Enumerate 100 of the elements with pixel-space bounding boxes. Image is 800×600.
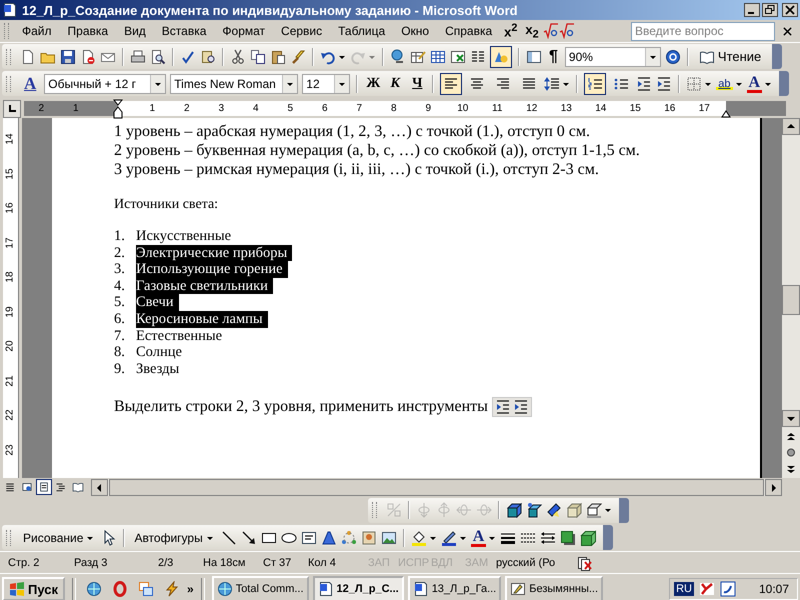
menu-item[interactable]: Окно — [393, 24, 438, 38]
menu-item[interactable]: Справка — [437, 24, 500, 38]
draw-menu-button[interactable]: Рисование — [20, 530, 98, 544]
toolbar-options-handle[interactable] — [603, 525, 614, 550]
diagram-icon[interactable] — [340, 530, 357, 546]
style-combo[interactable]: Обычный + 12 г — [44, 74, 166, 94]
scroll-up-button[interactable] — [782, 118, 800, 135]
document-map-icon[interactable] — [526, 48, 542, 64]
color-3d-icon[interactable] — [586, 502, 602, 518]
highlight-button[interactable]: ab — [716, 78, 733, 90]
list-item-text: Использующие горение — [136, 261, 288, 278]
line-icon[interactable] — [220, 530, 237, 546]
zoom-combo[interactable]: 90% — [564, 46, 661, 66]
vertical-scrollbar[interactable] — [782, 118, 800, 478]
list-number: 7. — [114, 328, 126, 344]
research-book-icon[interactable] — [200, 48, 216, 64]
left-tab-icon[interactable] — [7, 104, 17, 114]
menu-item[interactable]: Сервис — [273, 24, 330, 38]
wordart-icon[interactable] — [320, 530, 337, 546]
pencil-table-icon[interactable] — [410, 48, 426, 64]
text-box-icon[interactable] — [300, 530, 317, 546]
scroll-left-button[interactable] — [91, 478, 108, 496]
reading-button[interactable]: Чтение — [694, 48, 766, 64]
ring-icon[interactable] — [112, 581, 128, 597]
increase-indent-icon[interactable] — [656, 76, 672, 92]
autoshapes-menu-button[interactable]: Автофигуры — [131, 530, 217, 544]
question-field[interactable]: Введите вопрос — [631, 22, 775, 40]
menu-item[interactable]: Вид — [116, 24, 154, 38]
paintbrush-icon[interactable] — [290, 48, 306, 64]
menu-item[interactable]: Таблица — [330, 24, 394, 38]
arrow-style-icon[interactable] — [540, 530, 556, 546]
equation-icon[interactable] — [558, 23, 575, 39]
clipboard-icon[interactable] — [270, 48, 286, 64]
minimize-button[interactable] — [744, 3, 760, 17]
bold-button[interactable]: Ж — [364, 76, 382, 92]
globe-link-icon[interactable] — [390, 48, 406, 64]
table-icon[interactable] — [430, 48, 446, 64]
line-color-icon[interactable] — [440, 530, 457, 546]
cube-icon[interactable] — [580, 530, 596, 546]
tab-selector[interactable] — [3, 100, 21, 118]
scroll-right-button[interactable] — [765, 478, 782, 496]
font-combo[interactable]: Times New Roman — [170, 74, 298, 94]
start-button[interactable]: Пуск — [2, 577, 65, 600]
lighting-icon[interactable] — [546, 502, 562, 518]
spelling-check-icon[interactable] — [180, 48, 196, 64]
font-color-button[interactable]: A — [470, 528, 486, 546]
lightning-icon[interactable] — [164, 581, 180, 597]
caret-icon[interactable] — [604, 506, 612, 514]
indent-marker[interactable] — [113, 99, 123, 119]
spelling-status-icon[interactable] — [576, 554, 592, 570]
decrease-indent-icon[interactable] — [636, 76, 652, 92]
styles-button[interactable]: A — [20, 74, 40, 94]
depth-icon[interactable] — [506, 502, 522, 518]
menu-item[interactable]: Вставка — [154, 24, 214, 38]
taskbar-button[interactable]: 12_Л_р_С... — [312, 576, 404, 600]
scroll-thumb[interactable] — [782, 285, 800, 315]
surface-icon[interactable] — [566, 502, 582, 518]
picture-icon[interactable] — [380, 530, 397, 546]
columns-icon[interactable] — [470, 48, 486, 64]
menu-item[interactable]: Правка — [60, 24, 116, 38]
new-document-icon[interactable] — [20, 48, 36, 64]
toolbar-options-handle[interactable] — [779, 71, 790, 96]
italic-button[interactable]: К — [386, 76, 404, 92]
restore-button[interactable] — [762, 3, 778, 17]
spreadsheet-icon[interactable] — [450, 48, 466, 64]
menu-item[interactable]: Файл — [14, 24, 60, 38]
printer-icon[interactable] — [130, 48, 146, 64]
taskbar-button[interactable]: Безымянны... — [505, 576, 604, 600]
equation-icon[interactable] — [542, 23, 559, 39]
taskbar-button[interactable]: Total Comm... — [212, 576, 309, 600]
font-color-button[interactable]: A — [746, 74, 762, 92]
underline-button[interactable]: Ч — [408, 76, 426, 92]
show-marks-button[interactable]: ¶ — [546, 48, 561, 66]
clip-art-icon[interactable] — [360, 530, 377, 546]
close-icon[interactable] — [783, 26, 792, 36]
print-preview-icon[interactable] — [150, 48, 166, 64]
arrow-icon[interactable] — [240, 530, 257, 546]
close-button[interactable] — [782, 3, 798, 17]
subscript-button[interactable]: x$_{2}$ — [521, 22, 543, 40]
taskbar-button[interactable]: 13_Л_р_Га... — [408, 576, 502, 600]
toolbar-options-handle[interactable] — [772, 44, 782, 69]
ruler-number: 1 — [148, 102, 156, 116]
help-icon[interactable] — [664, 48, 681, 64]
direction-icon[interactable] — [526, 502, 542, 518]
shadow-icon[interactable] — [560, 530, 576, 546]
more-button[interactable]: » — [187, 582, 194, 596]
globe-icon[interactable] — [86, 581, 102, 597]
toolbar-options-handle[interactable] — [619, 498, 629, 522]
windows-stack-icon[interactable] — [138, 581, 154, 597]
page-restricted-icon[interactable] — [80, 48, 96, 64]
scroll-down-button[interactable] — [782, 410, 800, 427]
copy-icon[interactable] — [250, 48, 266, 64]
fill-bucket-icon[interactable] — [410, 530, 427, 546]
scissors-icon[interactable] — [230, 48, 246, 64]
menu-item[interactable]: Формат — [214, 24, 274, 38]
borders-icon[interactable] — [686, 76, 702, 92]
font-size-combo[interactable]: 12 — [302, 74, 350, 94]
line-spacing-icon[interactable] — [544, 76, 560, 92]
superscript-button[interactable]: x$^{2}$ — [500, 22, 522, 40]
language-indicator[interactable]: RU — [674, 582, 694, 596]
